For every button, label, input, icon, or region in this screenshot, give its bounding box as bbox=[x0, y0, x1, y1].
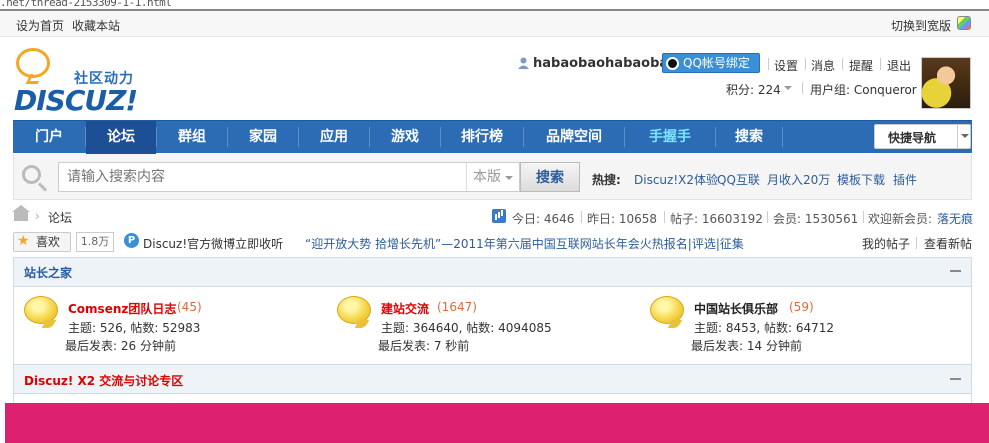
forum-today-count: (45) bbox=[177, 300, 202, 314]
hot-search-link[interactable]: 插件 bbox=[893, 171, 917, 188]
nav-apps[interactable]: 应用 bbox=[299, 121, 369, 154]
forum-last-post[interactable]: 最后发表: 26 分钟前 bbox=[65, 337, 176, 354]
menu-divider bbox=[802, 82, 803, 94]
nav-groups[interactable]: 群组 bbox=[157, 121, 227, 154]
hot-search-link[interactable]: Discuz!X2体验 bbox=[634, 171, 718, 188]
settings-link[interactable]: 设置 bbox=[774, 57, 798, 74]
breadcrumb-separator: › bbox=[35, 209, 40, 223]
forum-topic-stats: 主题: 8453, 帖数: 64712 bbox=[694, 321, 835, 335]
stats-divider bbox=[664, 211, 665, 223]
credits-link[interactable]: 积分: 224 bbox=[726, 81, 781, 98]
menu-divider bbox=[842, 58, 843, 70]
bookmark-link[interactable]: 收藏本站 bbox=[72, 17, 120, 34]
nav-portal[interactable]: 门户 bbox=[13, 121, 85, 154]
menu-divider bbox=[768, 58, 769, 70]
breadcrumb-forum[interactable]: 论坛 bbox=[48, 209, 72, 226]
link-divider bbox=[916, 237, 917, 249]
new-posts-link[interactable]: 查看新帖 bbox=[924, 235, 972, 252]
section-title[interactable]: Discuz! X2 交流与讨论专区 bbox=[24, 372, 183, 389]
like-label: 喜欢 bbox=[36, 235, 61, 249]
search-input[interactable] bbox=[58, 162, 520, 192]
menu-divider bbox=[805, 58, 806, 70]
stats-divider bbox=[581, 211, 582, 223]
switch-wide-link[interactable]: 切换到宽版 bbox=[891, 17, 951, 34]
hot-search-link[interactable]: 模板下载 bbox=[837, 171, 885, 188]
hot-search-link[interactable]: 月收入20万 bbox=[767, 171, 830, 188]
section-header bbox=[13, 257, 972, 287]
forum-today-count: (1647) bbox=[437, 300, 477, 314]
home-icon[interactable] bbox=[14, 211, 28, 221]
user-icon bbox=[518, 57, 529, 69]
username-link[interactable]: habaobaohabaoba bbox=[533, 56, 668, 71]
welcome-label: 欢迎新会员: bbox=[868, 212, 933, 226]
usergroup-link[interactable]: 用户组: Conqueror bbox=[810, 81, 917, 98]
stats-chart-icon[interactable] bbox=[492, 209, 506, 223]
nav-games[interactable]: 游戏 bbox=[370, 121, 440, 154]
notifications-link[interactable]: 提醒 bbox=[849, 57, 873, 74]
weibo-icon[interactable]: P bbox=[124, 233, 139, 248]
menu-divider bbox=[880, 58, 881, 70]
forum-last-post[interactable]: 最后发表: 7 秒前 bbox=[378, 337, 469, 354]
forum-today-count: (59) bbox=[789, 300, 814, 314]
nav-rankings[interactable]: 排行榜 bbox=[441, 121, 523, 154]
collapse-icon[interactable] bbox=[950, 270, 961, 272]
main-nav: 门户 论坛 群组 家园 应用 游戏 排行榜 品牌空间 手握手 搜索 bbox=[13, 120, 972, 154]
nav-brand-space[interactable]: 品牌空间 bbox=[524, 121, 624, 154]
stat-yesterday: 昨日: 10658 bbox=[587, 212, 658, 226]
stat-members: 会员: 1530561 bbox=[773, 212, 859, 226]
qq-bind-label: QQ帐号绑定 bbox=[683, 56, 750, 70]
nav-search[interactable]: 搜索 bbox=[716, 121, 782, 154]
like-count: 1.8万 bbox=[76, 232, 114, 252]
forum-last-post[interactable]: 最后发表: 14 分钟前 bbox=[691, 337, 802, 354]
nav-divider bbox=[782, 127, 783, 147]
layout-color-icon[interactable] bbox=[957, 16, 971, 30]
chevron-down-icon[interactable] bbox=[957, 124, 972, 149]
messages-link[interactable]: 消息 bbox=[811, 57, 835, 74]
logout-link[interactable]: 退出 bbox=[887, 57, 911, 74]
my-posts-link[interactable]: 我的帖子 bbox=[862, 235, 910, 252]
stats-divider bbox=[767, 211, 768, 223]
avatar[interactable] bbox=[921, 57, 971, 109]
nav-handshake[interactable]: 手握手 bbox=[625, 121, 715, 154]
hot-search-link[interactable]: QQ互联 bbox=[717, 171, 760, 188]
qq-penguin-icon bbox=[666, 57, 679, 70]
forum-name-link[interactable]: Comsenz团队日志 bbox=[68, 300, 176, 317]
star-icon: ★ bbox=[17, 233, 30, 249]
announcement-link[interactable]: “迎开放大势 拾增长先机”—2011年第六届中国互联网站长年会火热报名|评选|征… bbox=[305, 235, 744, 252]
url-fragment: .net/thread-2153309-1-1.html bbox=[0, 0, 172, 9]
hot-search-label: 热搜: bbox=[592, 173, 621, 187]
weibo-follow-link[interactable]: Discuz!官方微博立即收听 bbox=[143, 235, 283, 252]
stat-today: 今日: 4646 bbox=[512, 212, 575, 226]
overlay-bar bbox=[5, 403, 989, 443]
stat-posts: 帖子: 16603192 bbox=[670, 212, 763, 226]
logo-wordmark[interactable]: DISCUZ! bbox=[14, 84, 138, 117]
new-member-link[interactable]: 落无痕 bbox=[937, 210, 973, 227]
quick-nav-label: 快捷导航 bbox=[888, 131, 937, 145]
top-toolbar bbox=[0, 11, 989, 37]
forum-topic-stats: 主题: 526, 帖数: 52983 bbox=[68, 321, 201, 335]
forum-topic-stats: 主题: 364640, 帖数: 4094085 bbox=[381, 321, 552, 335]
section-title[interactable]: 站长之家 bbox=[24, 264, 72, 281]
chevron-down-icon[interactable] bbox=[784, 86, 792, 90]
chevron-down-icon[interactable] bbox=[505, 176, 513, 180]
set-home-link[interactable]: 设为首页 bbox=[16, 17, 64, 34]
forum-name-link[interactable]: 建站交流 bbox=[381, 300, 429, 317]
nav-forum[interactable]: 论坛 bbox=[86, 121, 156, 154]
forum-name-link[interactable]: 中国站长俱乐部 bbox=[694, 300, 778, 317]
search-icon bbox=[22, 165, 41, 184]
collapse-icon[interactable] bbox=[950, 378, 961, 380]
search-button[interactable]: 搜索 bbox=[520, 162, 580, 192]
nav-home[interactable]: 家园 bbox=[228, 121, 298, 154]
stats-divider bbox=[863, 211, 864, 223]
